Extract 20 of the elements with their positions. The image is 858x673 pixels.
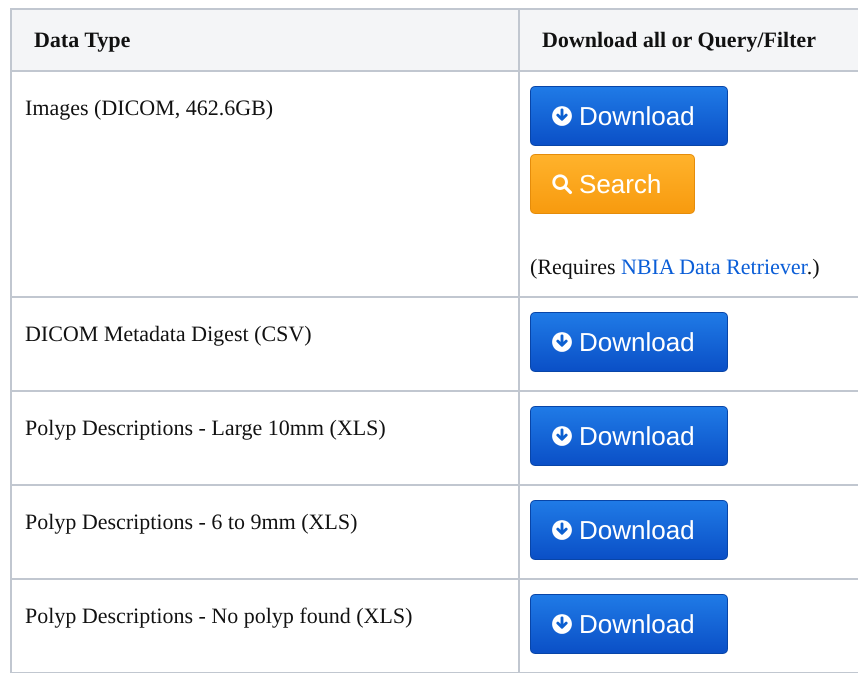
table-cell: DICOM Metadata Digest (CSV)	[11, 297, 519, 391]
requirement-note: (Requires NBIA Data Retriever.)	[530, 254, 821, 280]
table-cell: Polyp Descriptions - No polyp found (XLS)	[11, 579, 519, 673]
download-button[interactable]: Download	[530, 312, 728, 372]
download-button[interactable]: Download	[530, 406, 728, 466]
download-button[interactable]: Download	[530, 594, 728, 654]
search-icon	[551, 173, 573, 195]
download-button[interactable]: Download	[530, 86, 728, 146]
download-icon	[551, 105, 573, 127]
download-icon	[551, 613, 573, 635]
retriever-link[interactable]: NBIA Data Retriever	[621, 254, 807, 279]
download-icon	[551, 331, 573, 353]
column-header: Data Type	[11, 9, 519, 71]
download-button[interactable]: Download	[530, 500, 728, 560]
download-icon	[551, 425, 573, 447]
column-header: Download all or Query/Filter	[519, 9, 858, 71]
table-cell: Images (DICOM, 462.6GB)	[11, 71, 519, 297]
download-icon	[551, 519, 573, 541]
table-cell: Polyp Descriptions - Large 10mm (XLS)	[11, 391, 519, 485]
table-cell: Polyp Descriptions - 6 to 9mm (XLS)	[11, 485, 519, 579]
